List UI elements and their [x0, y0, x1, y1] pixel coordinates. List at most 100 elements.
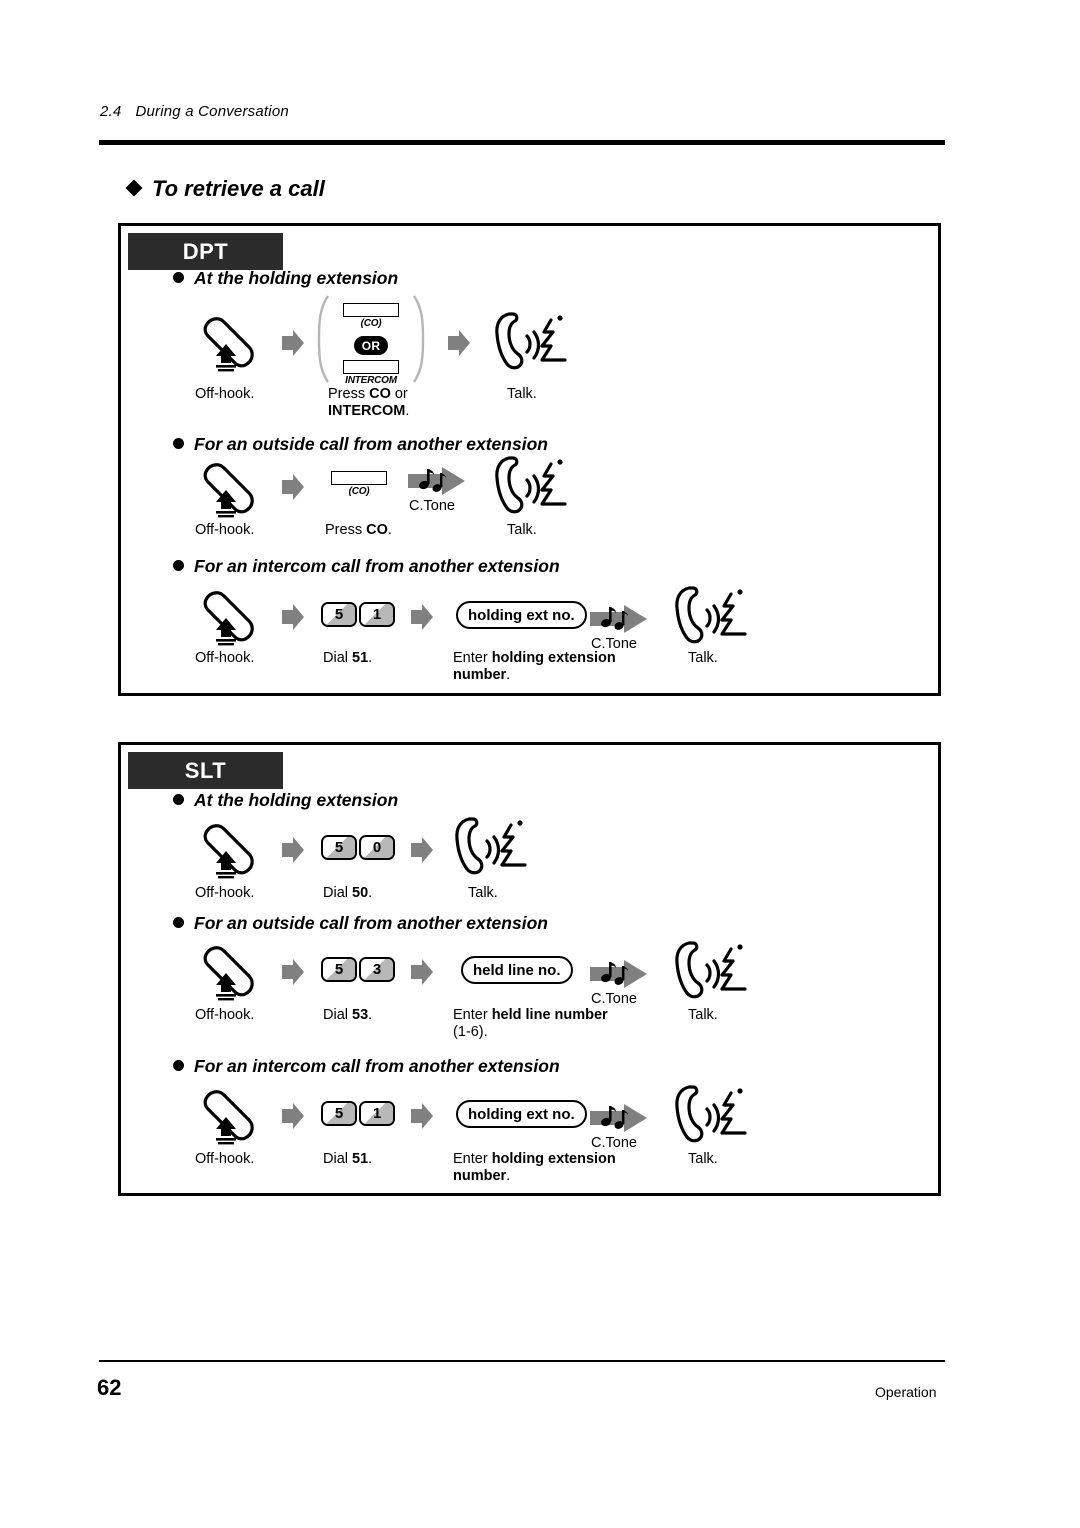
- dial-key-1[interactable]: 1: [359, 1101, 395, 1126]
- off-hook-handset-icon: [203, 463, 254, 518]
- slt-step-caption-2-3: Enter held line number (1-6).: [453, 1007, 613, 1041]
- slt-step-caption-1-2: Dial 50.: [323, 885, 372, 902]
- press-word: Press: [325, 522, 367, 538]
- dpt-ctone-label-2: C.Tone: [409, 498, 455, 514]
- flow-arrow-icon: [411, 604, 433, 630]
- slt-group-heading-1: At the holding extension: [173, 790, 398, 811]
- off-hook-handset-icon: [203, 1090, 254, 1145]
- talk-handset-icon: [675, 941, 747, 999]
- press-word: Press: [328, 386, 370, 402]
- slt-step-caption-3-5: Talk.: [688, 1151, 718, 1167]
- dpt-step-caption-1-2: Press CO or INTERCOM.: [328, 386, 409, 420]
- period-8: .: [506, 1168, 511, 1184]
- dial-key-5[interactable]: 5: [321, 835, 357, 860]
- round-bullet-icon: [173, 794, 184, 805]
- dpt-step-caption-3-1: Off-hook.: [195, 650, 255, 666]
- off-hook-handset-icon: [203, 591, 254, 646]
- dial-key-5[interactable]: 5: [321, 1101, 357, 1126]
- co-flexible-button-icon[interactable]: (CO): [343, 303, 399, 329]
- dial-key-3-label: 3: [372, 961, 382, 978]
- co-flexible-button-icon[interactable]: (CO): [331, 471, 387, 497]
- co-button-label: (CO): [348, 486, 370, 497]
- round-bullet-icon: [173, 560, 184, 571]
- dial-key-5-label: 5: [334, 839, 344, 856]
- flow-arrow-icon: [282, 474, 304, 500]
- dpt-step-caption-2-4: Talk.: [507, 522, 537, 538]
- dial-digits-bold: 51: [352, 1151, 369, 1167]
- co-button-bar: [343, 303, 399, 317]
- enter-word: Enter: [453, 1007, 492, 1023]
- slt-step-caption-2-5: Talk.: [688, 1007, 718, 1023]
- dpt-group-heading-1: At the holding extension: [173, 268, 398, 289]
- off-hook-handset-icon: [203, 824, 254, 879]
- dpt-group-heading-2-text: For an outside call from another extensi…: [194, 434, 548, 454]
- flow-arrow-icon: [411, 837, 433, 863]
- dial-key-5[interactable]: 5: [321, 602, 357, 627]
- flow-arrow-icon: [282, 604, 304, 630]
- slt-group-heading-3: For an intercom call from another extens…: [173, 1056, 560, 1077]
- slt-ctone-label-2: C.Tone: [591, 991, 637, 1007]
- dial-key-1[interactable]: 1: [359, 602, 395, 627]
- intercom-bold: INTERCOM: [328, 403, 406, 419]
- enter-word: Enter: [453, 650, 492, 666]
- confirmation-tone-icon: [590, 1104, 647, 1132]
- slt-group-heading-3-text: For an intercom call from another extens…: [194, 1056, 560, 1076]
- dial-word: Dial: [323, 885, 353, 901]
- talk-handset-icon: [455, 817, 527, 875]
- dpt-ctone-label-3: C.Tone: [591, 636, 637, 652]
- slt-step-caption-1-1: Off-hook.: [195, 885, 255, 901]
- dial-key-0-label: 0: [372, 839, 382, 856]
- dial-key-1-label: 1: [372, 606, 382, 623]
- confirmation-tone-icon: [408, 467, 465, 495]
- dpt-step-caption-1-3: Talk.: [507, 386, 537, 402]
- running-head: 2.4 During a Conversation: [100, 103, 289, 120]
- flow-arrow-icon: [411, 959, 433, 985]
- dial-key-5[interactable]: 5: [321, 957, 357, 982]
- talk-handset-icon: [675, 1085, 747, 1143]
- slt-ctone-label-3: C.Tone: [591, 1135, 637, 1151]
- dial-word: Dial: [323, 1007, 353, 1023]
- period-5: .: [368, 885, 373, 901]
- dial-word: Dial: [323, 1151, 353, 1167]
- dpt-group-heading-1-text: At the holding extension: [194, 268, 399, 288]
- period-6: .: [368, 1007, 373, 1023]
- intercom-flexible-button-icon[interactable]: INTERCOM: [343, 360, 399, 386]
- dial-key-5-label: 5: [334, 1105, 344, 1122]
- flow-arrow-icon: [411, 1103, 433, 1129]
- page-title-text: To retrieve a call: [152, 176, 325, 201]
- dpt-step-caption-3-3: Enter holding extension number.: [453, 650, 623, 684]
- round-bullet-icon: [173, 1060, 184, 1071]
- dpt-panel-tab: DPT: [128, 233, 283, 270]
- slt-group-heading-2: For an outside call from another extensi…: [173, 913, 548, 934]
- held-line-no-entry-pill[interactable]: held line no.: [461, 956, 573, 984]
- dpt-panel: DPT At the holding extension Off-hook. (…: [118, 223, 941, 696]
- page-number: 62: [97, 1375, 122, 1400]
- dpt-step-caption-1-1: Off-hook.: [195, 386, 255, 402]
- talk-handset-icon: [495, 312, 567, 370]
- flow-arrow-icon: [282, 330, 304, 356]
- intercom-button-label: INTERCOM: [345, 375, 397, 386]
- dpt-group-heading-3: For an intercom call from another extens…: [173, 556, 560, 577]
- slt-step-caption-2-1: Off-hook.: [195, 1007, 255, 1023]
- round-bullet-icon: [173, 917, 184, 928]
- period-4: .: [506, 667, 511, 683]
- or-oval-icon: OR: [354, 336, 388, 355]
- running-head-title: During a Conversation: [135, 103, 289, 120]
- dial-key-5-label: 5: [334, 961, 344, 978]
- holding-ext-no-entry-pill[interactable]: holding ext no.: [456, 601, 587, 629]
- co-bold: CO: [366, 522, 388, 538]
- diamond-bullet-icon: [125, 179, 143, 197]
- off-hook-handset-icon: [203, 946, 254, 1001]
- held-line-bold: held line number: [491, 1007, 608, 1023]
- co-button-bar: [331, 471, 387, 485]
- dial-key-0[interactable]: 0: [359, 835, 395, 860]
- dial-digits-bold: 50: [352, 885, 369, 901]
- header-rule: [99, 140, 945, 145]
- dpt-step-caption-3-2: Dial 51.: [323, 650, 372, 667]
- range-suffix: (1-6).: [453, 1024, 488, 1040]
- dial-key-3[interactable]: 3: [359, 957, 395, 982]
- dpt-group-heading-2: For an outside call from another extensi…: [173, 434, 548, 455]
- dpt-step-caption-2-1: Off-hook.: [195, 522, 255, 538]
- enter-word: Enter: [453, 1151, 492, 1167]
- holding-ext-no-entry-pill[interactable]: holding ext no.: [456, 1100, 587, 1128]
